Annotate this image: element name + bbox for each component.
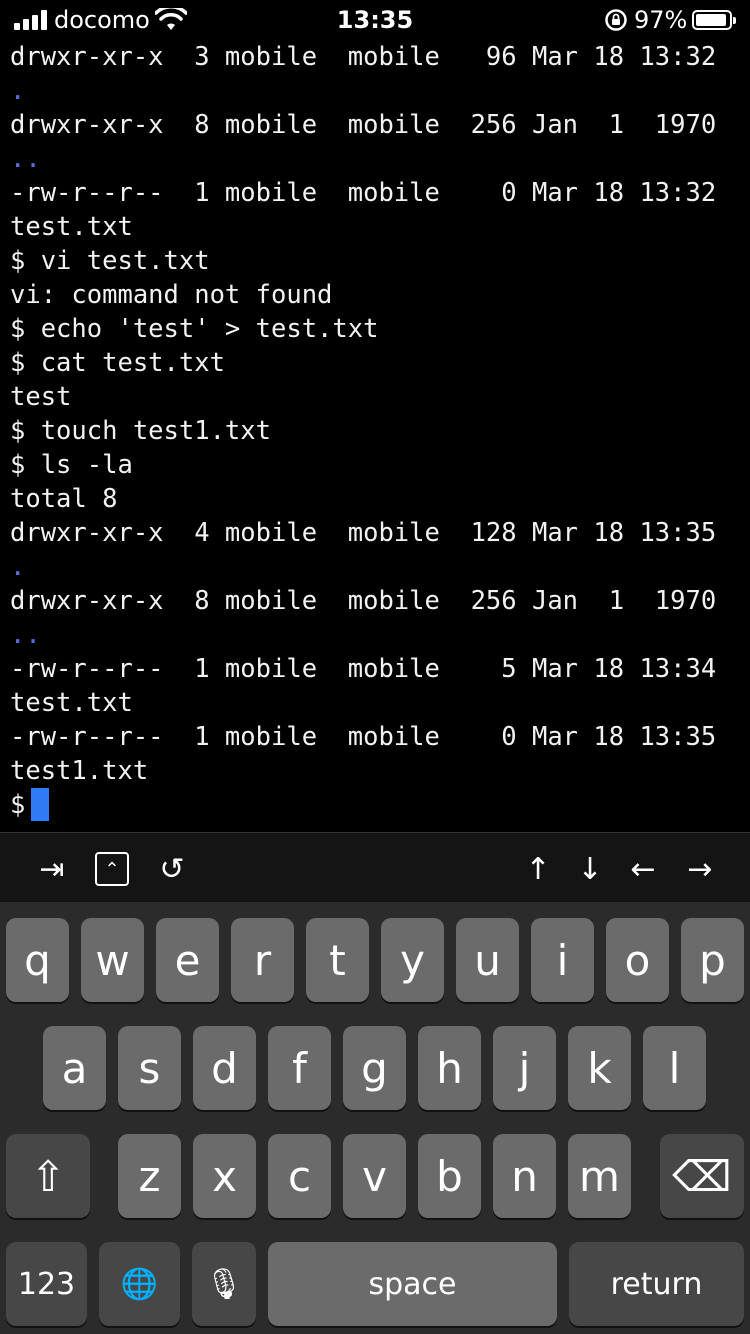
key-q[interactable]: q <box>6 918 69 1002</box>
terminal-line: $ cat test.txt <box>10 348 225 378</box>
terminal-line: -rw-r--r-- 1 mobile mobile 0 Mar 18 13:3… <box>10 178 717 208</box>
terminal-prompt: $ <box>10 790 26 820</box>
battery-percent: 97% <box>634 6 688 34</box>
terminal-line: drwxr-xr-x 8 mobile mobile 256 Jan 1 197… <box>10 110 717 140</box>
return-key[interactable]: return <box>569 1242 744 1326</box>
key-g[interactable]: g <box>343 1026 406 1110</box>
terminal-line: $ echo 'test' > test.txt <box>10 314 379 344</box>
key-r[interactable]: r <box>231 918 294 1002</box>
terminal-line: total 8 <box>10 484 118 514</box>
arrow-left-icon[interactable]: ← <box>623 851 663 887</box>
battery-icon <box>692 10 736 30</box>
terminal-line: test.txt <box>10 688 133 718</box>
terminal-line: drwxr-xr-x 3 mobile mobile 96 Mar 18 13:… <box>10 42 717 72</box>
terminal-line: test <box>10 382 72 412</box>
text-cursor <box>31 788 50 821</box>
terminal-output[interactable]: drwxr-xr-x 3 mobile mobile 96 Mar 18 13:… <box>10 40 745 830</box>
terminal-line: drwxr-xr-x 8 mobile mobile 256 Jan 1 197… <box>10 586 717 616</box>
shift-key[interactable]: ⇧ <box>6 1134 90 1218</box>
key-s[interactable]: s <box>118 1026 181 1110</box>
key-a[interactable]: a <box>43 1026 106 1110</box>
numbers-key[interactable]: 123 <box>6 1242 87 1326</box>
status-bar: docomo 13:35 97% <box>0 0 750 40</box>
key-c[interactable]: c <box>268 1134 331 1218</box>
terminal-line: .. <box>10 144 41 174</box>
key-y[interactable]: y <box>381 918 444 1002</box>
key-t[interactable]: t <box>306 918 369 1002</box>
keyboard: ⇧ ⌫ 123 🌐 🎙 space return qwertyuiop asdfg… <box>0 902 750 1334</box>
key-l[interactable]: l <box>643 1026 706 1110</box>
terminal-line: $ ls -la <box>10 450 133 480</box>
key-f[interactable]: f <box>268 1026 331 1110</box>
history-icon[interactable]: ↺ <box>152 851 192 887</box>
key-n[interactable]: n <box>493 1134 556 1218</box>
key-k[interactable]: k <box>568 1026 631 1110</box>
terminal-line: test.txt <box>10 212 133 242</box>
key-b[interactable]: b <box>418 1134 481 1218</box>
key-z[interactable]: z <box>118 1134 181 1218</box>
key-d[interactable]: d <box>193 1026 256 1110</box>
terminal-line: vi: command not found <box>10 280 333 310</box>
arrow-down-icon[interactable]: ↓ <box>570 851 610 887</box>
terminal-line: $ touch test1.txt <box>10 416 271 446</box>
keyboard-accessory-bar: ⇥ ⌃ ↺ ↑ ↓ ← → <box>0 832 750 903</box>
arrow-up-icon[interactable]: ↑ <box>518 851 558 887</box>
microphone-icon[interactable]: 🎙 <box>192 1242 256 1326</box>
key-m[interactable]: m <box>568 1134 631 1218</box>
terminal-line: $ vi test.txt <box>10 246 210 276</box>
arrow-right-icon[interactable]: → <box>680 851 720 887</box>
key-p[interactable]: p <box>681 918 744 1002</box>
key-j[interactable]: j <box>493 1026 556 1110</box>
control-key-icon[interactable]: ⌃ <box>95 852 129 886</box>
key-i[interactable]: i <box>531 918 594 1002</box>
tab-key-icon[interactable]: ⇥ <box>32 851 72 887</box>
space-key[interactable]: space <box>268 1242 557 1326</box>
globe-icon[interactable]: 🌐 <box>99 1242 180 1326</box>
terminal-line: -rw-r--r-- 1 mobile mobile 0 Mar 18 13:3… <box>10 722 717 752</box>
key-w[interactable]: w <box>81 918 144 1002</box>
key-x[interactable]: x <box>193 1134 256 1218</box>
delete-key[interactable]: ⌫ <box>660 1134 744 1218</box>
key-o[interactable]: o <box>606 918 669 1002</box>
key-h[interactable]: h <box>418 1026 481 1110</box>
orientation-lock-icon <box>605 9 627 31</box>
terminal-prompt-line[interactable]: $ <box>10 788 745 822</box>
terminal-line: . <box>10 76 26 106</box>
terminal-line: . <box>10 552 26 582</box>
terminal-line: .. <box>10 620 41 650</box>
terminal-line: -rw-r--r-- 1 mobile mobile 5 Mar 18 13:3… <box>10 654 717 684</box>
terminal-line: drwxr-xr-x 4 mobile mobile 128 Mar 18 13… <box>10 518 717 548</box>
key-v[interactable]: v <box>343 1134 406 1218</box>
key-e[interactable]: e <box>156 918 219 1002</box>
key-u[interactable]: u <box>456 918 519 1002</box>
terminal-line: test1.txt <box>10 756 149 786</box>
